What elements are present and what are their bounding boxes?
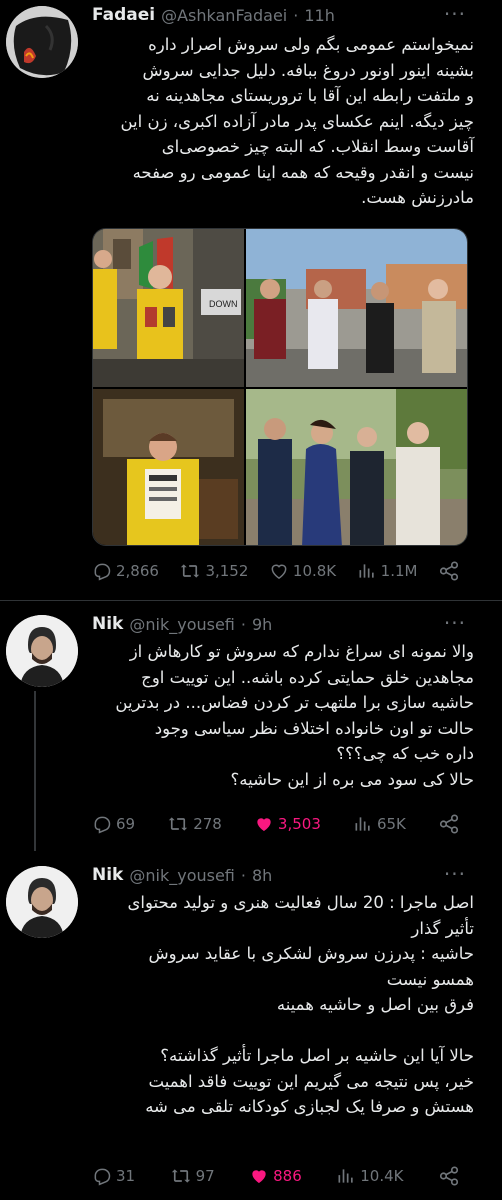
retweet-button[interactable]: 278 — [167, 814, 222, 834]
reply-count: 69 — [116, 815, 136, 833]
handle[interactable]: @nik_yousefi — [129, 866, 235, 885]
tweet-actions: 31 97 886 10.4K — [92, 1163, 460, 1189]
heart-icon — [252, 1170, 266, 1184]
tweet-text: اصل ماجرا : 20 سال فعالیت هنری و تولید م… — [127, 893, 474, 1116]
reply-button[interactable]: 31 — [92, 1166, 135, 1186]
retweet-count: 278 — [193, 815, 222, 833]
views-count: 10.4K — [360, 1167, 404, 1185]
views-icon — [359, 564, 374, 578]
share-icon — [439, 1166, 459, 1186]
views-button[interactable]: 10.4K — [336, 1166, 403, 1186]
display-name[interactable]: Fadaei — [92, 5, 155, 25]
like-button[interactable]: 3,503 — [254, 814, 321, 834]
handle[interactable]: @nik_yousefi — [129, 615, 235, 634]
views-count: 1.1M — [380, 562, 418, 580]
thread-line — [34, 691, 36, 851]
photo-3[interactable] — [93, 389, 244, 545]
photo-2[interactable] — [246, 229, 467, 387]
tweet-text: نمیخواستم عمومی بگم ولی سروش اصرار داره … — [120, 35, 474, 207]
retweet-icon — [171, 1169, 190, 1183]
retweet-icon — [169, 817, 188, 831]
handle[interactable]: @AshkanFadaei — [161, 6, 287, 25]
photo-4[interactable] — [246, 389, 467, 545]
photo-grid[interactable]: DOWN — [92, 228, 468, 546]
timestamp[interactable]: 8h — [252, 866, 272, 885]
more-icon[interactable]: ··· — [444, 2, 466, 26]
avatar[interactable] — [6, 6, 78, 78]
avatar[interactable] — [6, 615, 78, 687]
reply-icon — [94, 816, 111, 834]
retweet-button[interactable]: 97 — [170, 1166, 215, 1186]
share-icon — [439, 814, 459, 834]
like-button[interactable]: 10.8K — [269, 561, 336, 581]
photo-sign-text: DOWN — [209, 299, 238, 309]
reply-icon — [94, 1168, 111, 1186]
views-icon — [355, 817, 370, 831]
reply-count: 2,866 — [116, 562, 159, 580]
separator-dot: · — [293, 5, 299, 25]
like-count: 3,503 — [277, 815, 321, 833]
timestamp[interactable]: 11h — [304, 6, 335, 25]
views-button[interactable]: 1.1M — [357, 561, 418, 581]
tweet-2[interactable]: Nik @nik_yousefi · 9h ··· والا نمونه ای … — [0, 601, 502, 851]
reply-icon — [94, 563, 111, 581]
tweet-actions: 2,866 3,152 10.8K 1.1M — [92, 558, 460, 584]
more-icon[interactable]: ··· — [444, 862, 466, 886]
timestamp[interactable]: 9h — [252, 615, 272, 634]
heart-icon — [271, 564, 287, 579]
share-button[interactable] — [438, 560, 460, 582]
share-button[interactable] — [438, 1165, 460, 1187]
separator-dot: · — [240, 865, 246, 885]
retweet-icon — [181, 564, 200, 578]
heart-icon — [257, 818, 271, 832]
retweet-count: 97 — [195, 1167, 215, 1185]
tweet-header: Nik @nik_yousefi · 9h — [92, 611, 272, 637]
views-count: 65K — [376, 815, 406, 833]
photo-1[interactable]: DOWN — [93, 229, 244, 387]
views-icon — [338, 1169, 353, 1183]
tweet-actions: 69 278 3,503 65K — [92, 811, 460, 837]
like-count: 10.8K — [292, 562, 337, 580]
display-name[interactable]: Nik — [92, 614, 123, 634]
reply-count: 31 — [116, 1167, 136, 1185]
avatar[interactable] — [6, 866, 78, 938]
share-icon — [439, 561, 459, 581]
share-button[interactable] — [438, 813, 460, 835]
tweet-header: Fadaei @AshkanFadaei · 11h — [92, 2, 335, 28]
tweet-1[interactable]: Fadaei @AshkanFadaei · 11h ··· نمیخواستم… — [0, 0, 502, 600]
reply-button[interactable]: 69 — [92, 814, 135, 834]
tweet-header: Nik @nik_yousefi · 8h — [92, 862, 272, 888]
like-button[interactable]: 886 — [249, 1166, 302, 1186]
views-button[interactable]: 65K — [353, 814, 406, 834]
more-icon[interactable]: ··· — [444, 611, 466, 635]
separator-dot: · — [240, 614, 246, 634]
retweet-count: 3,152 — [205, 562, 249, 580]
reply-button[interactable]: 2,866 — [92, 561, 159, 581]
display-name[interactable]: Nik — [92, 865, 123, 885]
tweet-3[interactable]: Nik @nik_yousefi · 8h ··· اصل ماجرا : 20… — [0, 852, 502, 1200]
tweet-text: والا نمونه ای سراغ ندارم که سروش تو کاره… — [115, 642, 474, 789]
like-count: 886 — [273, 1167, 302, 1185]
retweet-button[interactable]: 3,152 — [179, 561, 248, 581]
